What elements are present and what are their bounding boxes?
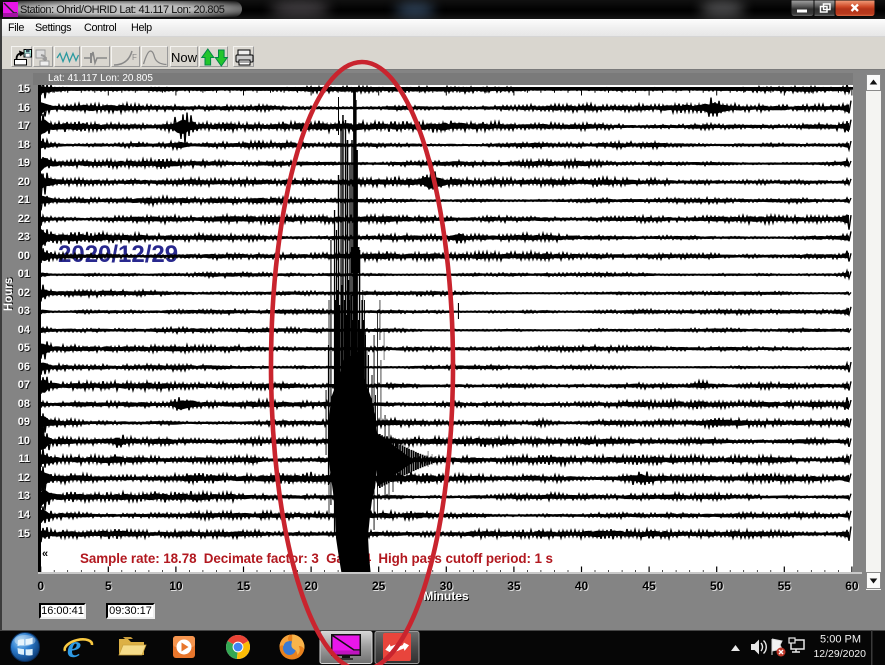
svg-text:F: F (132, 53, 137, 62)
svg-text:12/29/2020: 12/29/2020 (813, 648, 866, 660)
svg-text:e: e (67, 630, 81, 664)
svg-text:Sample rate: 18.78 Decimate f: Sample rate: 18.78 Decimate factor: 3 Ga… (80, 551, 553, 566)
svg-text:5:00 PM: 5:00 PM (820, 634, 861, 646)
svg-text:«: « (42, 548, 48, 560)
